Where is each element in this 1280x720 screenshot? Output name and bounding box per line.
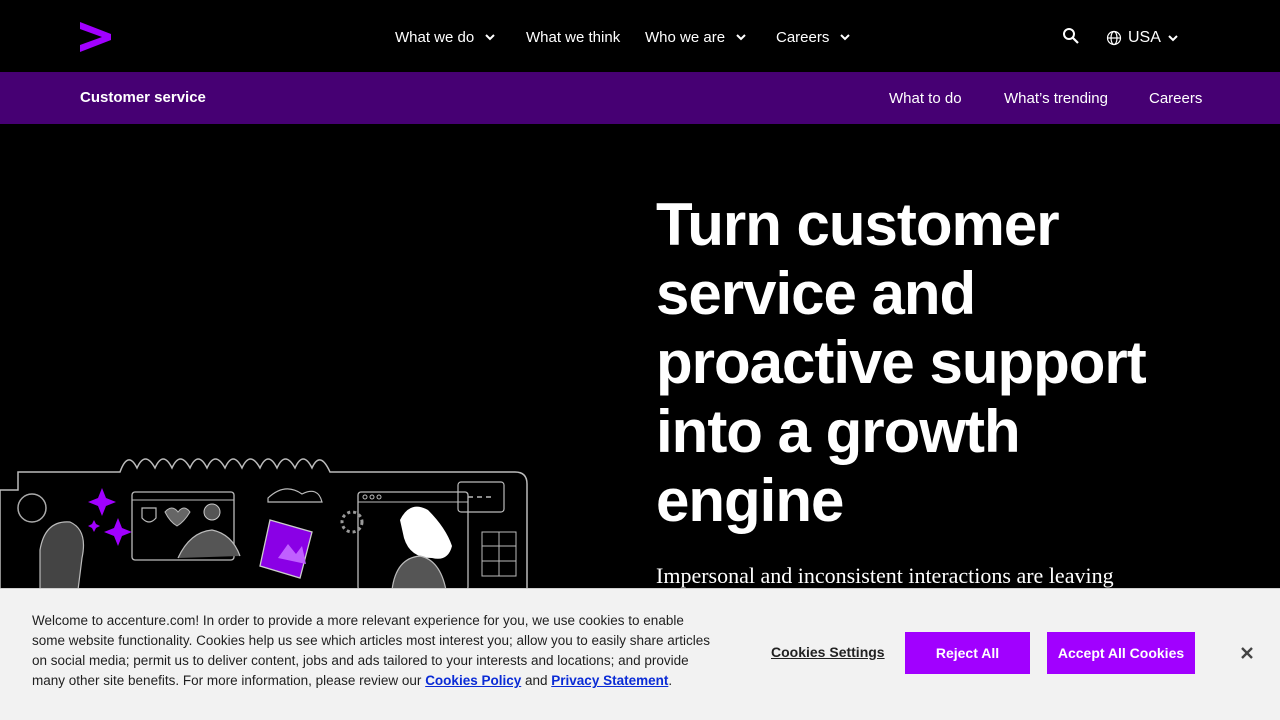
cookie-banner: Welcome to accenture.com! In order to pr…: [0, 588, 1280, 720]
section-title[interactable]: Customer service: [80, 89, 206, 106]
nav-label: What we think: [526, 28, 621, 46]
subnav-careers[interactable]: Careers: [1149, 90, 1202, 107]
chevron-down-icon: [1168, 35, 1178, 42]
nav-careers[interactable]: Careers: [776, 26, 851, 48]
cookies-policy-link[interactable]: Cookies Policy: [425, 673, 521, 688]
accenture-logo[interactable]: [80, 20, 112, 52]
hero-illustration: [0, 458, 528, 590]
nav-who-we-are[interactable]: Who we are: [645, 26, 747, 48]
subnav-whats-trending[interactable]: What’s trending: [1004, 90, 1108, 107]
hero-subtitle: Impersonal and inconsistent interactions…: [656, 563, 1114, 588]
search-icon[interactable]: [1062, 27, 1080, 45]
country-label: USA: [1128, 29, 1161, 46]
nav-what-we-think[interactable]: What we think: [526, 26, 620, 48]
close-icon[interactable]: [1238, 644, 1256, 662]
chevron-down-icon: [840, 34, 851, 41]
nav-label: What we do: [395, 28, 475, 46]
subnav-what-to-do[interactable]: What to do: [889, 90, 962, 107]
country-selector[interactable]: USA: [1106, 27, 1179, 49]
cookie-message: Welcome to accenture.com! In order to pr…: [32, 611, 712, 691]
chevron-down-icon: [485, 34, 495, 41]
reject-all-button[interactable]: Reject All: [905, 632, 1030, 674]
nav-label: Careers: [776, 28, 830, 46]
top-navigation: What we do What we think Who we are Care…: [0, 0, 1280, 72]
chevron-down-icon: [736, 34, 746, 41]
cookie-text-and: and: [521, 673, 548, 688]
cookies-settings-button[interactable]: Cookies Settings: [771, 644, 885, 660]
hero-title: Turn customer service and proactive supp…: [656, 191, 1147, 534]
accept-all-cookies-button[interactable]: Accept All Cookies: [1047, 632, 1195, 674]
section-subnav: Customer service What to do What’s trend…: [0, 72, 1280, 124]
globe-icon: [1106, 30, 1122, 46]
cookie-text-period: .: [668, 673, 673, 688]
nav-label: Who we are: [645, 28, 726, 46]
nav-what-we-do[interactable]: What we do: [395, 26, 496, 48]
privacy-statement-link[interactable]: Privacy Statement: [551, 673, 668, 688]
